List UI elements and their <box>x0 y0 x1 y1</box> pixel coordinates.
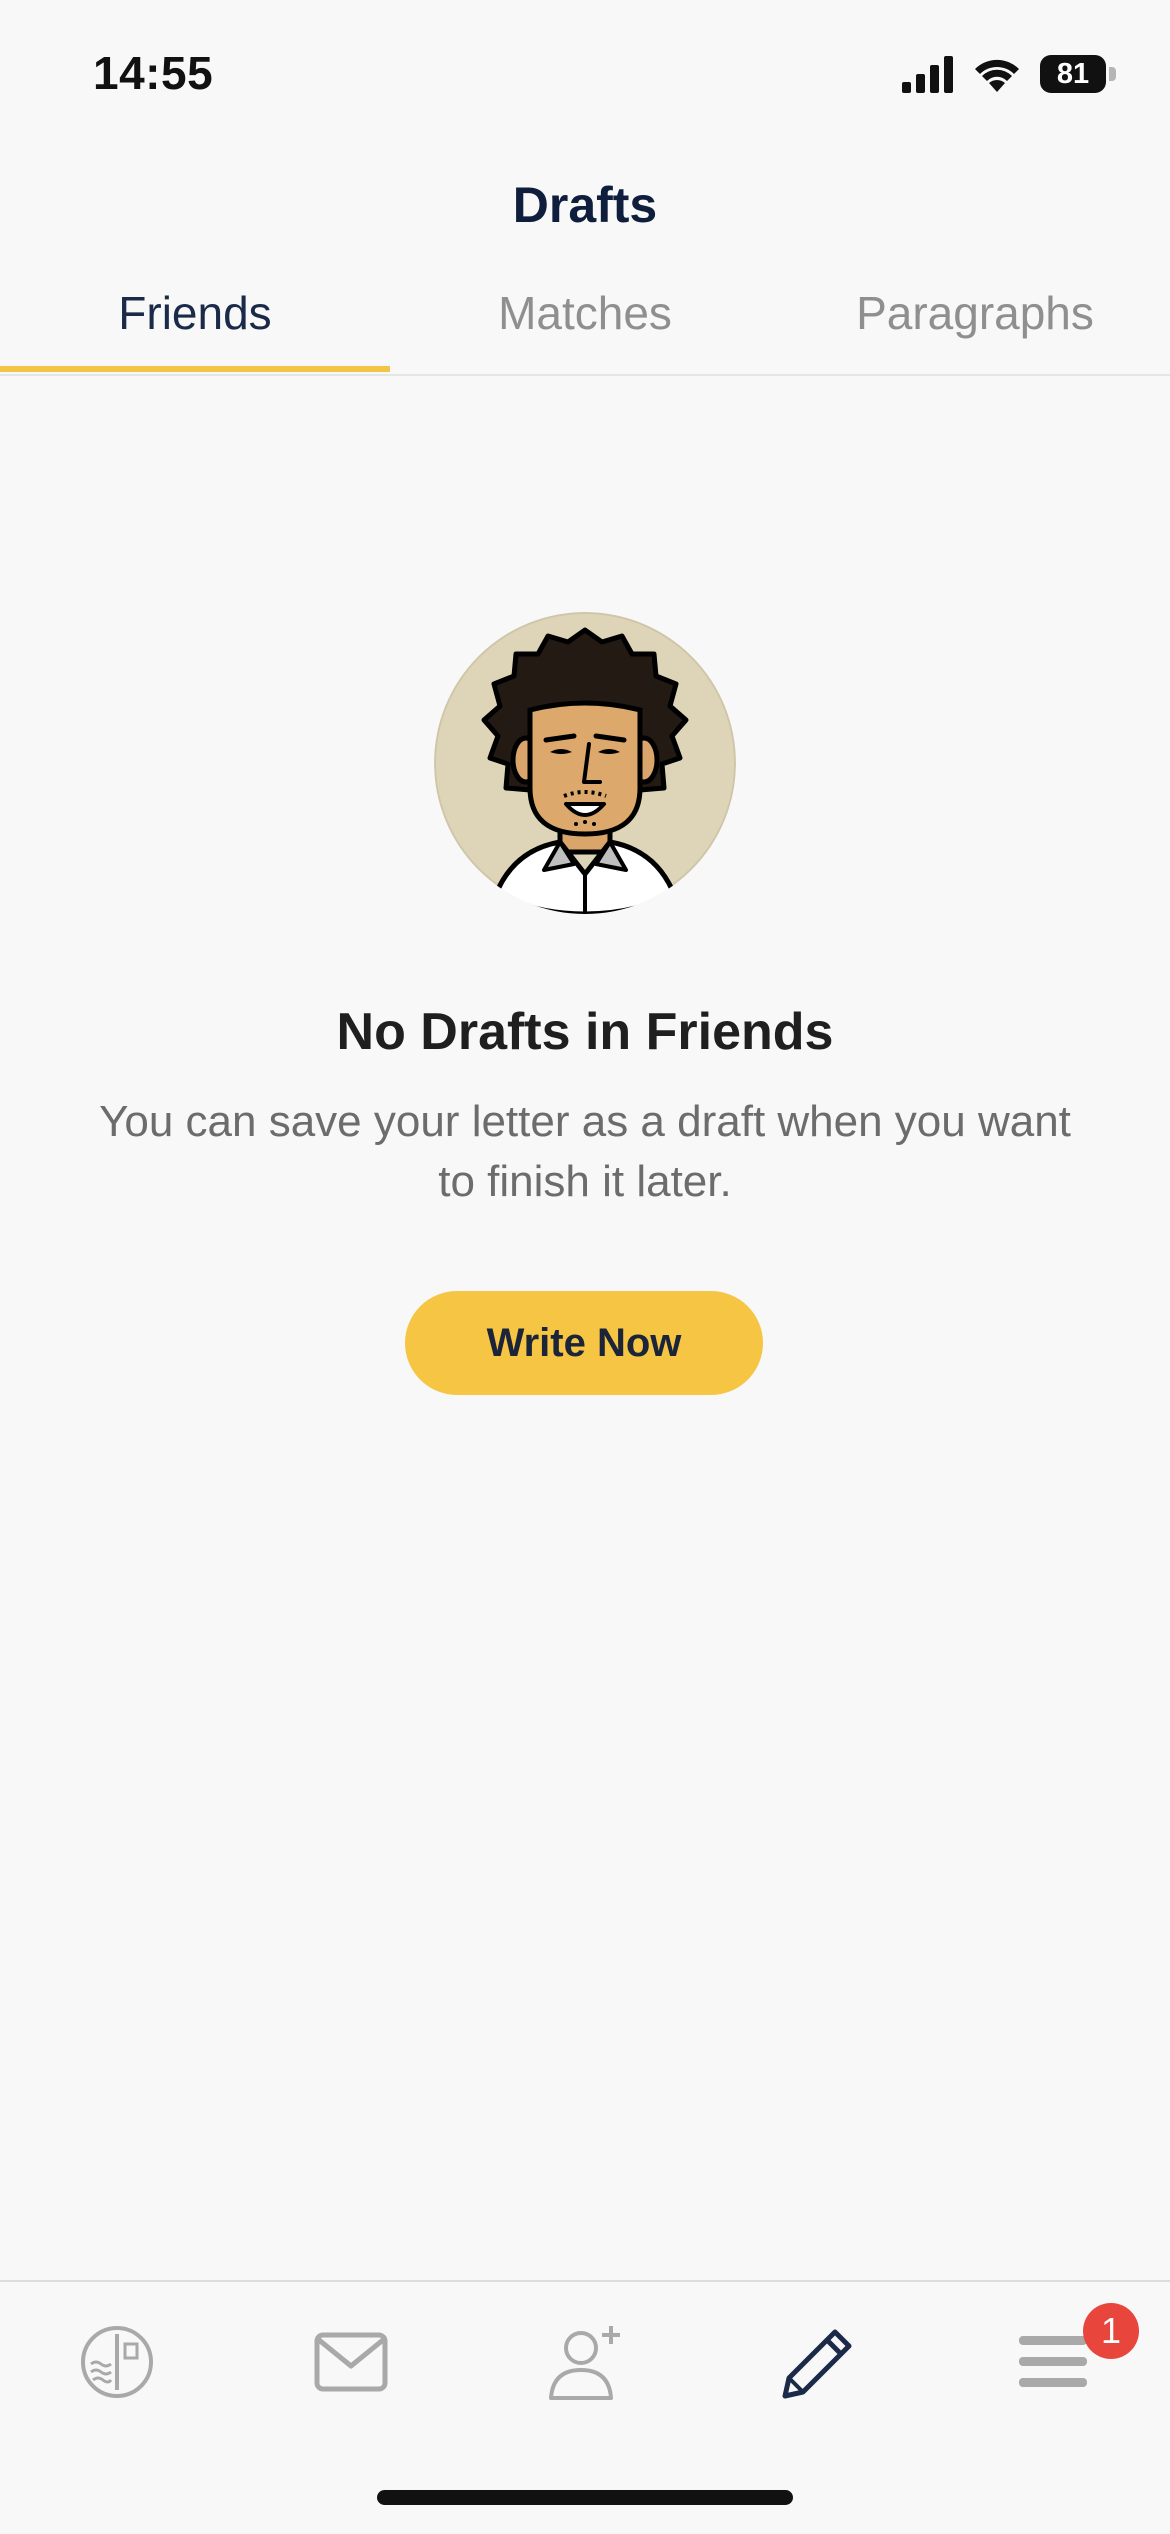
battery-icon: 81 <box>1040 55 1116 93</box>
tab-matches-label: Matches <box>498 287 672 339</box>
wifi-icon <box>975 59 1019 92</box>
battery-level: 81 <box>1040 55 1106 93</box>
status-icons: 81 <box>902 52 1116 96</box>
tab-friends-label: Friends <box>118 287 272 339</box>
active-tab-indicator <box>0 366 390 372</box>
tab-paragraphs-label: Paragraphs <box>856 287 1094 339</box>
tab-matches[interactable]: Matches <box>390 270 780 374</box>
write-now-button[interactable]: Write Now <box>405 1291 763 1395</box>
page-title: Drafts <box>512 177 658 233</box>
avatar-illustration <box>434 612 736 914</box>
pencil-icon <box>782 2329 852 2399</box>
empty-state-title: No Drafts in Friends <box>336 1003 834 1061</box>
status-time: 14:55 <box>93 47 214 99</box>
mail-icon <box>314 2332 388 2392</box>
empty-state-description: You can save your letter as a draft when… <box>99 1097 1071 1206</box>
avatar <box>434 612 736 914</box>
stamp-icon <box>81 2326 153 2398</box>
home-indicator <box>377 2490 793 2505</box>
tab-paragraphs[interactable]: Paragraphs <box>780 270 1170 374</box>
tab-bar-add-friend[interactable] <box>535 2312 635 2412</box>
drafts-tabs: Friends Matches Paragraphs <box>0 270 1170 376</box>
tab-bar-drafts[interactable] <box>769 2312 869 2412</box>
tab-friends[interactable]: Friends <box>0 270 390 374</box>
tab-bar-stamps[interactable] <box>67 2312 167 2412</box>
add-friend-icon <box>549 2326 620 2400</box>
tab-bar-mail[interactable] <box>301 2312 401 2412</box>
menu-notification-badge: 1 <box>1083 2303 1139 2359</box>
status-bar: 14:55 81 <box>0 0 1170 150</box>
menu-icon <box>1019 2336 1087 2387</box>
signal-icon <box>902 56 953 93</box>
